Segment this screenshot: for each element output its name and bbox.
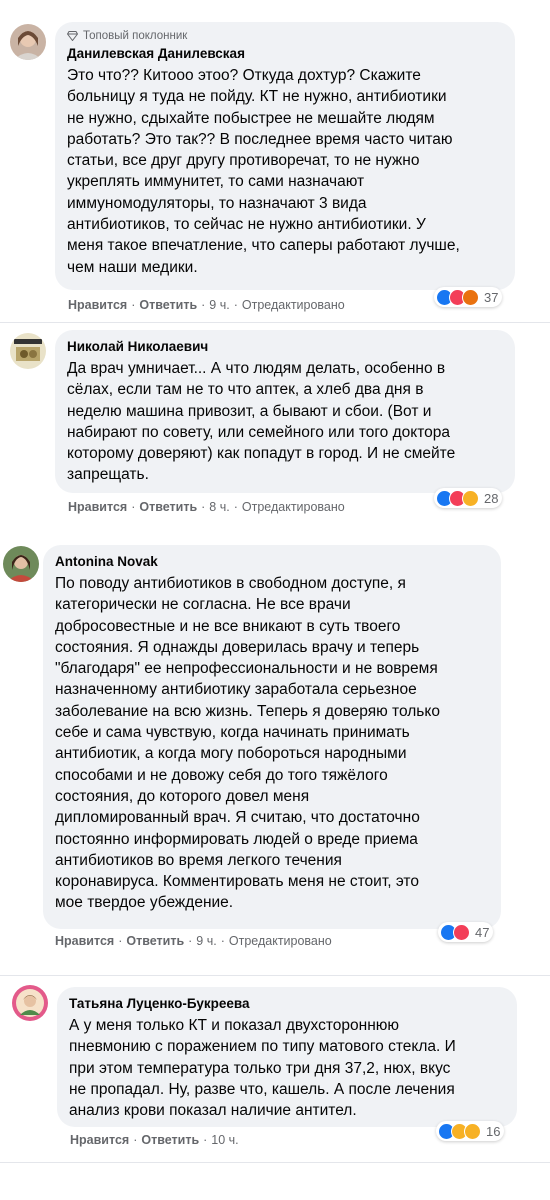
separator: · bbox=[188, 934, 193, 948]
reactions-summary[interactable]: 16 bbox=[436, 1121, 505, 1141]
like-button[interactable]: Нравится bbox=[55, 934, 114, 948]
comment-bubble: Николай Николаевич Да врач умничает... А… bbox=[55, 330, 515, 493]
like-button[interactable]: Нравится bbox=[68, 500, 127, 514]
comment-actions: Нравится · Ответить · 10 ч. bbox=[70, 1133, 239, 1147]
reply-button[interactable]: Ответить bbox=[139, 500, 197, 514]
separator: · bbox=[220, 934, 225, 948]
separator: · bbox=[203, 1133, 208, 1147]
reaction-count: 16 bbox=[486, 1123, 501, 1139]
reply-button[interactable]: Ответить bbox=[139, 298, 197, 312]
author-name[interactable]: Татьяна Луценко-Букреева bbox=[69, 995, 505, 1013]
divider bbox=[0, 322, 550, 323]
separator: · bbox=[201, 298, 206, 312]
comment-bubble: Татьяна Луценко-Букреева А у меня только… bbox=[57, 987, 517, 1127]
comment-actions: Нравится · Ответить · 8 ч. · Отредактиро… bbox=[68, 500, 345, 514]
separator: · bbox=[233, 298, 238, 312]
author-name[interactable]: Antonina Novak bbox=[55, 553, 489, 571]
comment-text: Да врач умничает... А что людям делать, … bbox=[67, 360, 456, 484]
reactions-summary[interactable]: 37 bbox=[434, 287, 503, 307]
divider bbox=[0, 1162, 550, 1163]
comment-text: По поводу антибиотиков в свободном досту… bbox=[55, 575, 440, 912]
haha-icon bbox=[462, 489, 479, 507]
timestamp[interactable]: 8 ч. bbox=[209, 500, 229, 514]
avatar[interactable] bbox=[12, 985, 48, 1021]
avatar[interactable] bbox=[10, 24, 46, 60]
comment-bubble: Antonina Novak По поводу антибиотиков в … bbox=[43, 545, 501, 929]
author-name[interactable]: Николай Николаевич bbox=[67, 338, 503, 356]
love-icon bbox=[453, 923, 470, 941]
separator: · bbox=[133, 1133, 138, 1147]
separator: · bbox=[233, 500, 238, 514]
like-button[interactable]: Нравится bbox=[70, 1133, 129, 1147]
reply-button[interactable]: Ответить bbox=[126, 934, 184, 948]
timestamp[interactable]: 10 ч. bbox=[211, 1133, 238, 1147]
separator: · bbox=[118, 934, 123, 948]
reactions-summary[interactable]: 47 bbox=[438, 922, 494, 942]
edited-label: Отредактировано bbox=[241, 298, 345, 312]
timestamp[interactable]: 9 ч. bbox=[209, 298, 229, 312]
angry-icon bbox=[462, 288, 479, 306]
edited-label: Отредактировано bbox=[228, 934, 332, 948]
divider bbox=[0, 975, 550, 976]
comment-actions: Нравится · Ответить · 9 ч. · Отредактиро… bbox=[55, 934, 332, 948]
edited-label: Отредактировано bbox=[241, 500, 345, 514]
reaction-count: 28 bbox=[484, 490, 499, 506]
badge-label: Топовый поклонник bbox=[83, 30, 188, 42]
author-name[interactable]: Данилевская Данилевская bbox=[67, 45, 503, 63]
timestamp[interactable]: 9 ч. bbox=[196, 934, 216, 948]
separator: · bbox=[131, 500, 136, 514]
reaction-count: 37 bbox=[484, 289, 499, 305]
reply-button[interactable]: Ответить bbox=[141, 1133, 199, 1147]
comment-actions: Нравится · Ответить · 9 ч. · Отредактиро… bbox=[68, 298, 345, 312]
separator: · bbox=[131, 298, 136, 312]
avatar[interactable] bbox=[10, 333, 46, 369]
comment-text: А у меня только КТ и показал двухсторонн… bbox=[69, 1017, 456, 1120]
top-fan-badge[interactable]: Топовый поклонник bbox=[67, 30, 503, 42]
sad-icon bbox=[464, 1122, 481, 1140]
reaction-count: 47 bbox=[475, 924, 490, 940]
like-button[interactable]: Нравится bbox=[68, 298, 127, 312]
avatar[interactable] bbox=[3, 546, 39, 582]
reactions-summary[interactable]: 28 bbox=[434, 488, 503, 508]
comment-bubble: Топовый поклонник Данилевская Данилевска… bbox=[55, 22, 515, 290]
comment-text: Это что?? Китооо этоо? Откуда дохтур? Ск… bbox=[67, 67, 460, 276]
separator: · bbox=[201, 500, 206, 514]
diamond-icon bbox=[67, 31, 78, 41]
